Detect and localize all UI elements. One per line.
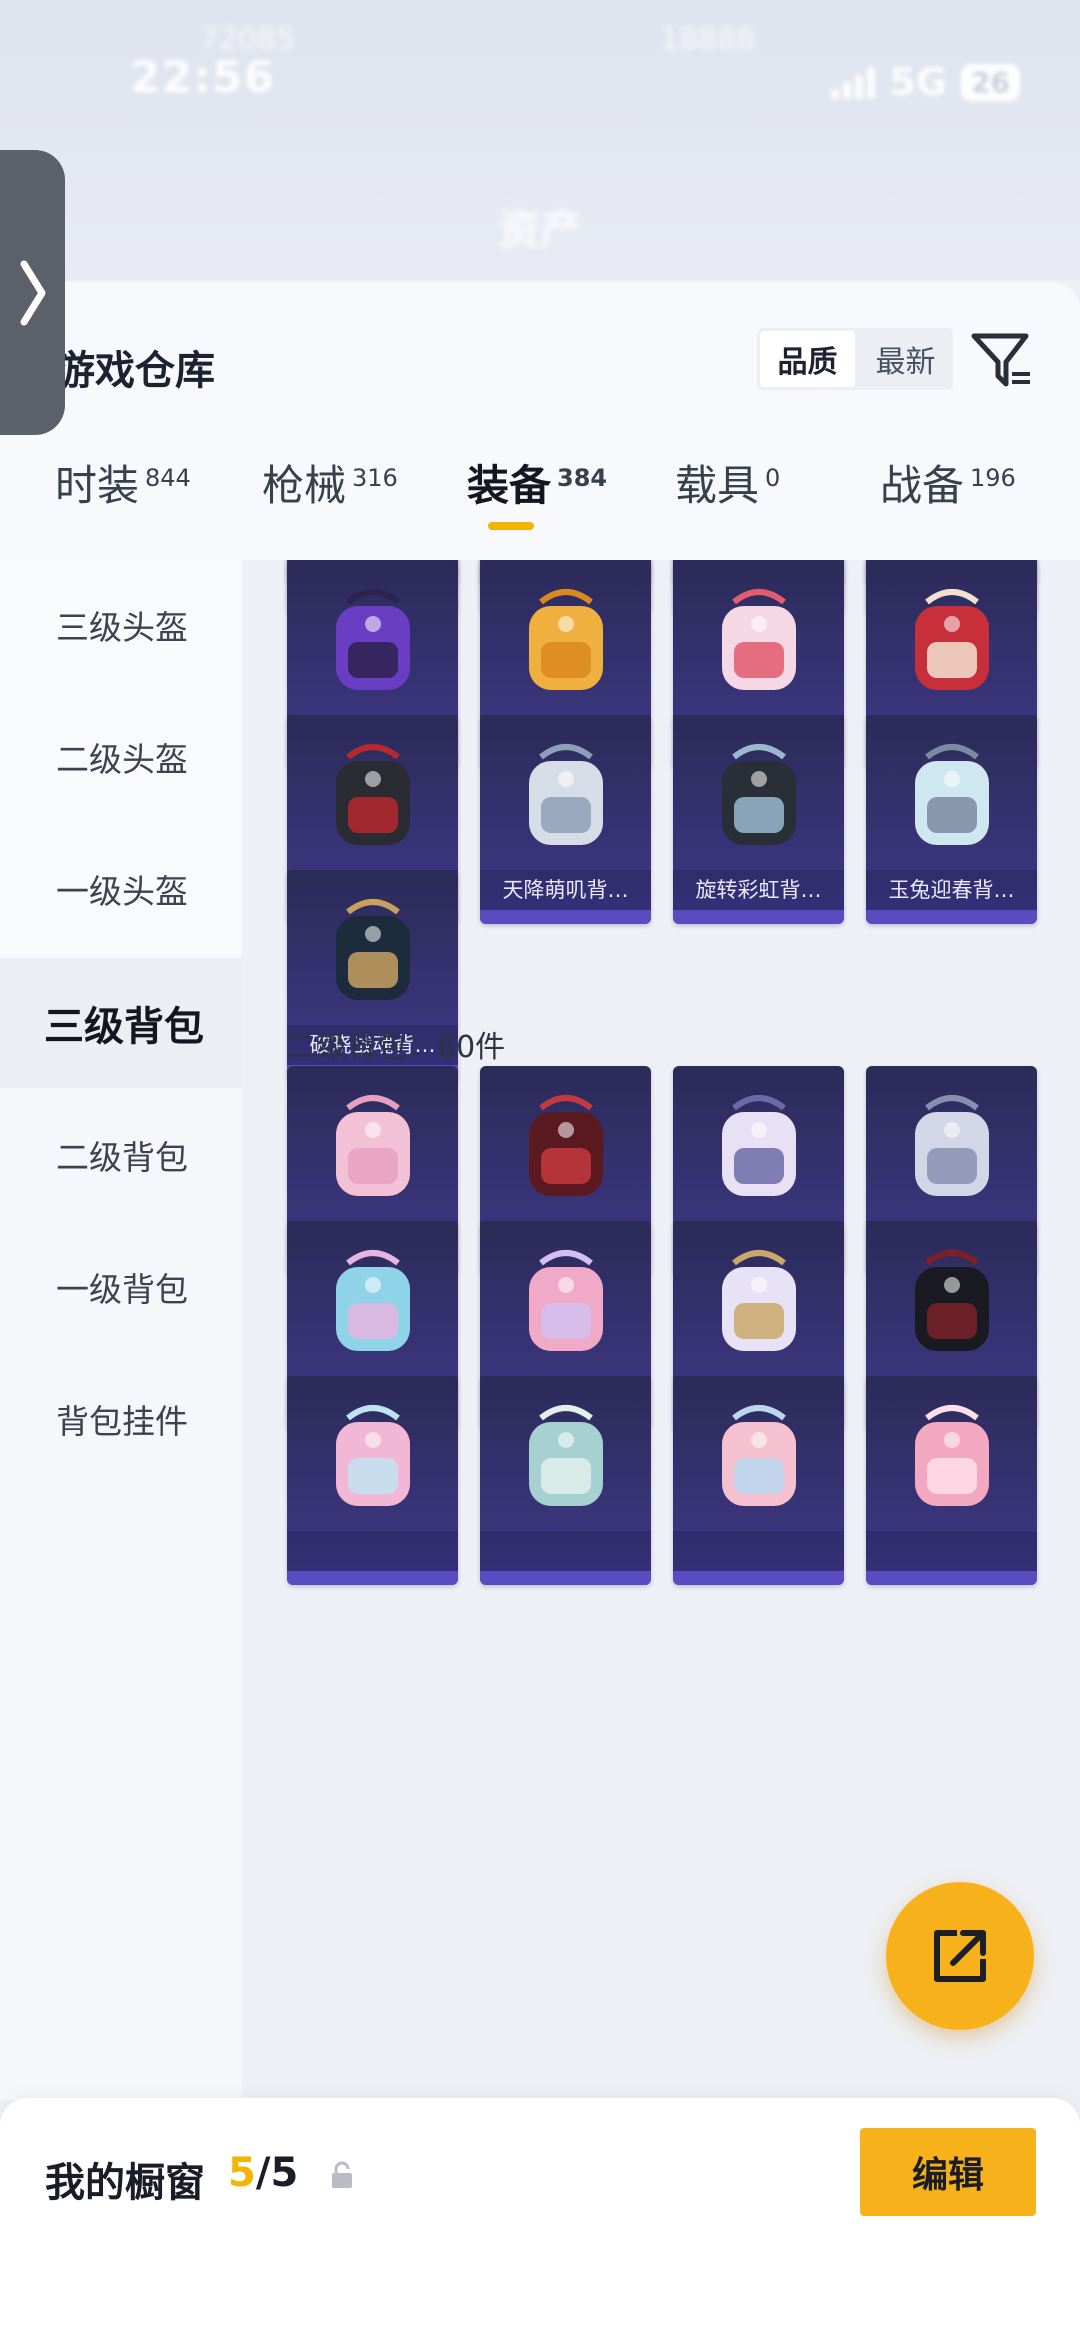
sub-item-backpack-1[interactable]: 一级背包: [0, 1222, 242, 1352]
sub-item-helmet-2[interactable]: 二级头盔: [0, 692, 242, 822]
backpack-icon: [673, 1221, 844, 1381]
rarity-stripe: [287, 1571, 458, 1585]
section-count-level2: 二级背包：60件: [287, 1030, 506, 1065]
lock-icon: [332, 2161, 352, 2188]
warehouse-title: 游戏仓库: [55, 348, 215, 394]
rarity-stripe: [866, 910, 1037, 924]
active-tab-indicator: [488, 522, 534, 530]
item-card[interactable]: 旋转彩虹背…: [673, 715, 844, 924]
tab-equipment[interactable]: 装备 384: [467, 452, 607, 513]
page-title: 资产: [497, 205, 582, 254]
backpack-icon: [673, 560, 844, 720]
item-card[interactable]: [673, 1376, 844, 1585]
backpack-icon: [287, 1376, 458, 1536]
share-icon: [934, 1930, 986, 1982]
sub-item-helmet-1[interactable]: 一级头盔: [0, 824, 242, 954]
rarity-stripe: [480, 910, 651, 924]
category-tabs: 时装 844 枪械 316 装备 384 载具 0 战备 196: [0, 432, 1080, 560]
backpack-icon: [287, 1221, 458, 1381]
sort-toggle: 品质 最新: [757, 328, 953, 390]
edit-button[interactable]: 编辑: [860, 2128, 1036, 2216]
tab-vehicles[interactable]: 载具 0: [675, 452, 780, 513]
item-card[interactable]: 玉兔迎春背…: [866, 715, 1037, 924]
item-card[interactable]: 天降萌叽背…: [480, 715, 651, 924]
status-bar: 72085 22:56 18888 5G 26 资产: [0, 0, 1080, 280]
item-name: 玉兔迎春背…: [866, 870, 1037, 910]
backpack-icon: [480, 715, 651, 875]
sub-item-backpack-2[interactable]: 二级背包: [0, 1090, 242, 1220]
rarity-stripe: [673, 1571, 844, 1585]
backpack-icon: [480, 1221, 651, 1381]
side-drawer-handle[interactable]: [0, 150, 65, 435]
backpack-icon: [480, 560, 651, 720]
sort-quality-button[interactable]: 品质: [760, 331, 855, 387]
item-name: [866, 1531, 1037, 1571]
item-card[interactable]: [866, 1376, 1037, 1585]
network-type: 5G: [889, 60, 948, 104]
rarity-stripe: [673, 910, 844, 924]
backpack-icon: [673, 715, 844, 875]
item-grid: 纯真浪花背…精灵梦叶罗…天之羽翼背…惊鸿侠骨背…甜蜜旋律背…懵萌河马背…彩虹嘻嘻…: [242, 560, 1080, 2100]
backpack-icon: [287, 1066, 458, 1226]
share-button[interactable]: [886, 1882, 1034, 2030]
item-name: [480, 1531, 651, 1571]
backpack-icon: [287, 560, 458, 720]
item-name: 旋转彩虹背…: [673, 870, 844, 910]
sub-item-helmet-3[interactable]: 三级头盔: [0, 560, 242, 690]
sub-item-backpack-3[interactable]: 三级背包: [0, 958, 242, 1088]
rarity-stripe: [866, 1571, 1037, 1585]
battery-icon: 26: [961, 63, 1020, 101]
backpack-icon: [866, 715, 1037, 875]
backpack-icon: [287, 870, 458, 1030]
tab-supplies[interactable]: 战备 196: [880, 452, 1016, 513]
status-indicators: 5G 26: [831, 60, 1020, 104]
backpack-icon: [866, 1221, 1037, 1381]
backpack-icon: [673, 1066, 844, 1226]
showcase-count: 5/5: [228, 2150, 299, 2196]
warehouse-header: 游戏仓库 品质 最新 时装 844 枪械 316 装备 384 载具 0 战备 196: [0, 282, 1080, 560]
filter-icon[interactable]: [970, 330, 1034, 394]
sort-newest-button[interactable]: 最新: [858, 328, 953, 390]
chevron-right-icon: [20, 260, 45, 325]
backpack-icon: [866, 1066, 1037, 1226]
backpack-icon: [866, 560, 1037, 720]
item-card[interactable]: [480, 1376, 651, 1585]
status-time: 22:56: [130, 52, 276, 103]
rarity-stripe: [480, 1571, 651, 1585]
backpack-icon: [866, 1376, 1037, 1536]
backpack-icon: [480, 1376, 651, 1536]
sub-item-backpack-charm[interactable]: 背包挂件: [0, 1354, 242, 1484]
item-name: [673, 1531, 844, 1571]
backpack-icon: [673, 1376, 844, 1536]
sub-category-nav: 三级头盔 二级头盔 一级头盔 三级背包 二级背包 一级背包 背包挂件: [0, 560, 242, 2100]
backpack-icon: [480, 1066, 651, 1226]
tab-weapons[interactable]: 枪械 316: [262, 452, 398, 513]
item-card[interactable]: [287, 1376, 458, 1585]
item-name: 天降萌叽背…: [480, 870, 651, 910]
tab-fashion[interactable]: 时装 844: [55, 452, 191, 513]
status-center-text: 18888: [660, 22, 756, 57]
backpack-icon: [287, 715, 458, 875]
showcase-label: 我的橱窗: [45, 2160, 205, 2206]
item-name: [287, 1531, 458, 1571]
showcase-bar: 我的橱窗 5/5 编辑: [0, 2098, 1080, 2341]
signal-icon: [831, 65, 876, 99]
